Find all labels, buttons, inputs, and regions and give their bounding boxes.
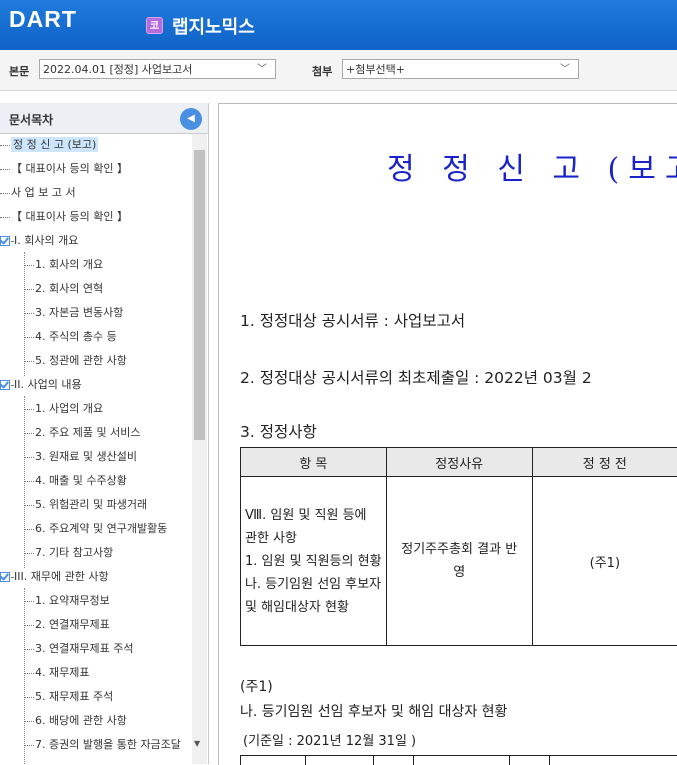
expand-icon[interactable]: [0, 572, 10, 582]
table-header: 정정사유: [386, 448, 532, 477]
toc-item[interactable]: 2. 연결재무제표: [24, 614, 110, 636]
document-viewer: 정 정 신 고 (보고 1. 정정대상 공시서류 : 사업보고서 2. 정정대상…: [218, 103, 677, 765]
document-selector-bar: 본문 2022.04.01 [정정] 사업보고서 ﹀ 첨부 +첨부선택+ ﹀: [0, 50, 677, 91]
toc-item[interactable]: 2. 주요 제품 및 서비스: [24, 422, 140, 444]
toc-item[interactable]: 7. 기타 참고사항: [24, 542, 113, 564]
doc-title: 정 정 신 고 (보고: [387, 144, 677, 188]
table-header-row: 항 목 정정사유 정 정 전: [241, 448, 677, 477]
toc-scroll-thumb[interactable]: [194, 150, 205, 440]
toc-item[interactable]: 3. 원재료 및 생산설비: [24, 446, 137, 468]
doc-paragraph-2: 2. 정정대상 공시서류의 최초제출일 : 2022년 03월 2: [240, 366, 592, 388]
dart-logo[interactable]: DART: [9, 6, 77, 33]
toc-item[interactable]: 3. 연결재무제표 주석: [24, 638, 133, 660]
toc-item[interactable]: 4. 재무제표: [24, 662, 89, 684]
table-cell: Ⅷ. 임원 및 직원 등에 관한 사항 1. 임원 및 직원등의 현황 나. 등…: [241, 477, 387, 646]
toc-item[interactable]: III. 재무에 관한 사항: [0, 566, 109, 588]
toc-panel: 문서목차 ◀ 정 정 신 고 (보고) 【 대표이사 등의 확인 】 사 업 보…: [0, 103, 209, 764]
toc-item[interactable]: 4. 매출 및 수주상황: [24, 470, 127, 492]
logo-text: DART: [9, 6, 77, 32]
top-header: DART 코 랩지노믹스: [0, 0, 677, 50]
attach-select-value: +첨부선택+: [346, 63, 405, 76]
toc-tree: 정 정 신 고 (보고) 【 대표이사 등의 확인 】 사 업 보 고 서 【 …: [0, 134, 192, 764]
body-label: 본문: [9, 63, 29, 79]
toc-item[interactable]: 정 정 신 고 (보고): [0, 134, 98, 156]
toc-item[interactable]: II. 사업의 내용: [0, 374, 82, 396]
expand-icon[interactable]: [0, 380, 10, 390]
toc-item[interactable]: 3. 자본금 변동사항: [24, 302, 123, 324]
toc-title: 문서목차: [9, 111, 53, 128]
toc-item[interactable]: I. 회사의 개요: [0, 230, 78, 252]
toc-item[interactable]: 6. 배당에 관한 사항: [24, 710, 127, 732]
toc-item[interactable]: 1. 사업의 개요: [24, 398, 103, 420]
toc-item[interactable]: 사 업 보 고 서: [0, 182, 76, 204]
toc-item[interactable]: 4. 주식의 총수 등: [24, 326, 117, 348]
toc-header: 문서목차 ◀: [0, 103, 208, 134]
toc-item[interactable]: 2. 회사의 연혁: [24, 278, 103, 300]
table-cell: (주1): [532, 477, 677, 646]
toc-item[interactable]: 1. 요약재무정보: [24, 590, 110, 612]
doc-paragraph-1: 1. 정정대상 공시서류 : 사업보고서: [240, 309, 465, 331]
toc-item[interactable]: 7. 증권의 발행을 통한 자금조달: [24, 734, 181, 756]
note-title: 나. 등기임원 선임 후보자 및 해임 대상자 현황: [240, 701, 507, 721]
table-header: 정 정 전: [532, 448, 677, 477]
doc-paragraph-3: 3. 정정사항: [240, 420, 317, 442]
company-name: 랩지노믹스: [172, 13, 255, 39]
scroll-down-icon[interactable]: ▼: [194, 739, 200, 748]
toc-item[interactable]: 5. 위험관리 및 파생거래: [24, 494, 147, 516]
chevron-down-icon: ﹀: [257, 60, 267, 80]
attach-label: 첨부: [312, 63, 332, 79]
table-cell: 정기주주총회 결과 반영: [386, 477, 532, 646]
attach-select[interactable]: +첨부선택+ ﹀: [342, 59, 579, 79]
body-select[interactable]: 2022.04.01 [정정] 사업보고서 ﹀: [39, 59, 276, 79]
toc-item[interactable]: 5. 재무제표 주석: [24, 686, 113, 708]
collapse-left-icon[interactable]: ◀: [180, 108, 202, 130]
body-select-value: 2022.04.01 [정정] 사업보고서: [43, 63, 192, 76]
table-row: Ⅷ. 임원 및 직원 등에 관한 사항 1. 임원 및 직원등의 현황 나. 등…: [241, 477, 677, 646]
correction-table: 항 목 정정사유 정 정 전 Ⅷ. 임원 및 직원 등에 관한 사항 1. 임원…: [240, 447, 677, 646]
table-header: 항 목: [241, 448, 387, 477]
base-date: (기준일 : 2021년 12월 31일 ): [243, 730, 416, 749]
company-type-badge: 코: [146, 17, 163, 34]
toc-item[interactable]: 1. 회사의 개요: [24, 254, 103, 276]
toc-item[interactable]: 6. 주요계약 및 연구개발활동: [24, 518, 167, 540]
toc-item[interactable]: 【 대표이사 등의 확인 】: [0, 158, 128, 180]
expand-icon[interactable]: [0, 236, 10, 246]
toc-item[interactable]: 【 대표이사 등의 확인 】: [0, 206, 128, 228]
note-label: (주1): [240, 676, 273, 696]
toc-item[interactable]: 5. 정관에 관한 사항: [24, 350, 127, 372]
chevron-down-icon: ﹀: [560, 60, 570, 80]
